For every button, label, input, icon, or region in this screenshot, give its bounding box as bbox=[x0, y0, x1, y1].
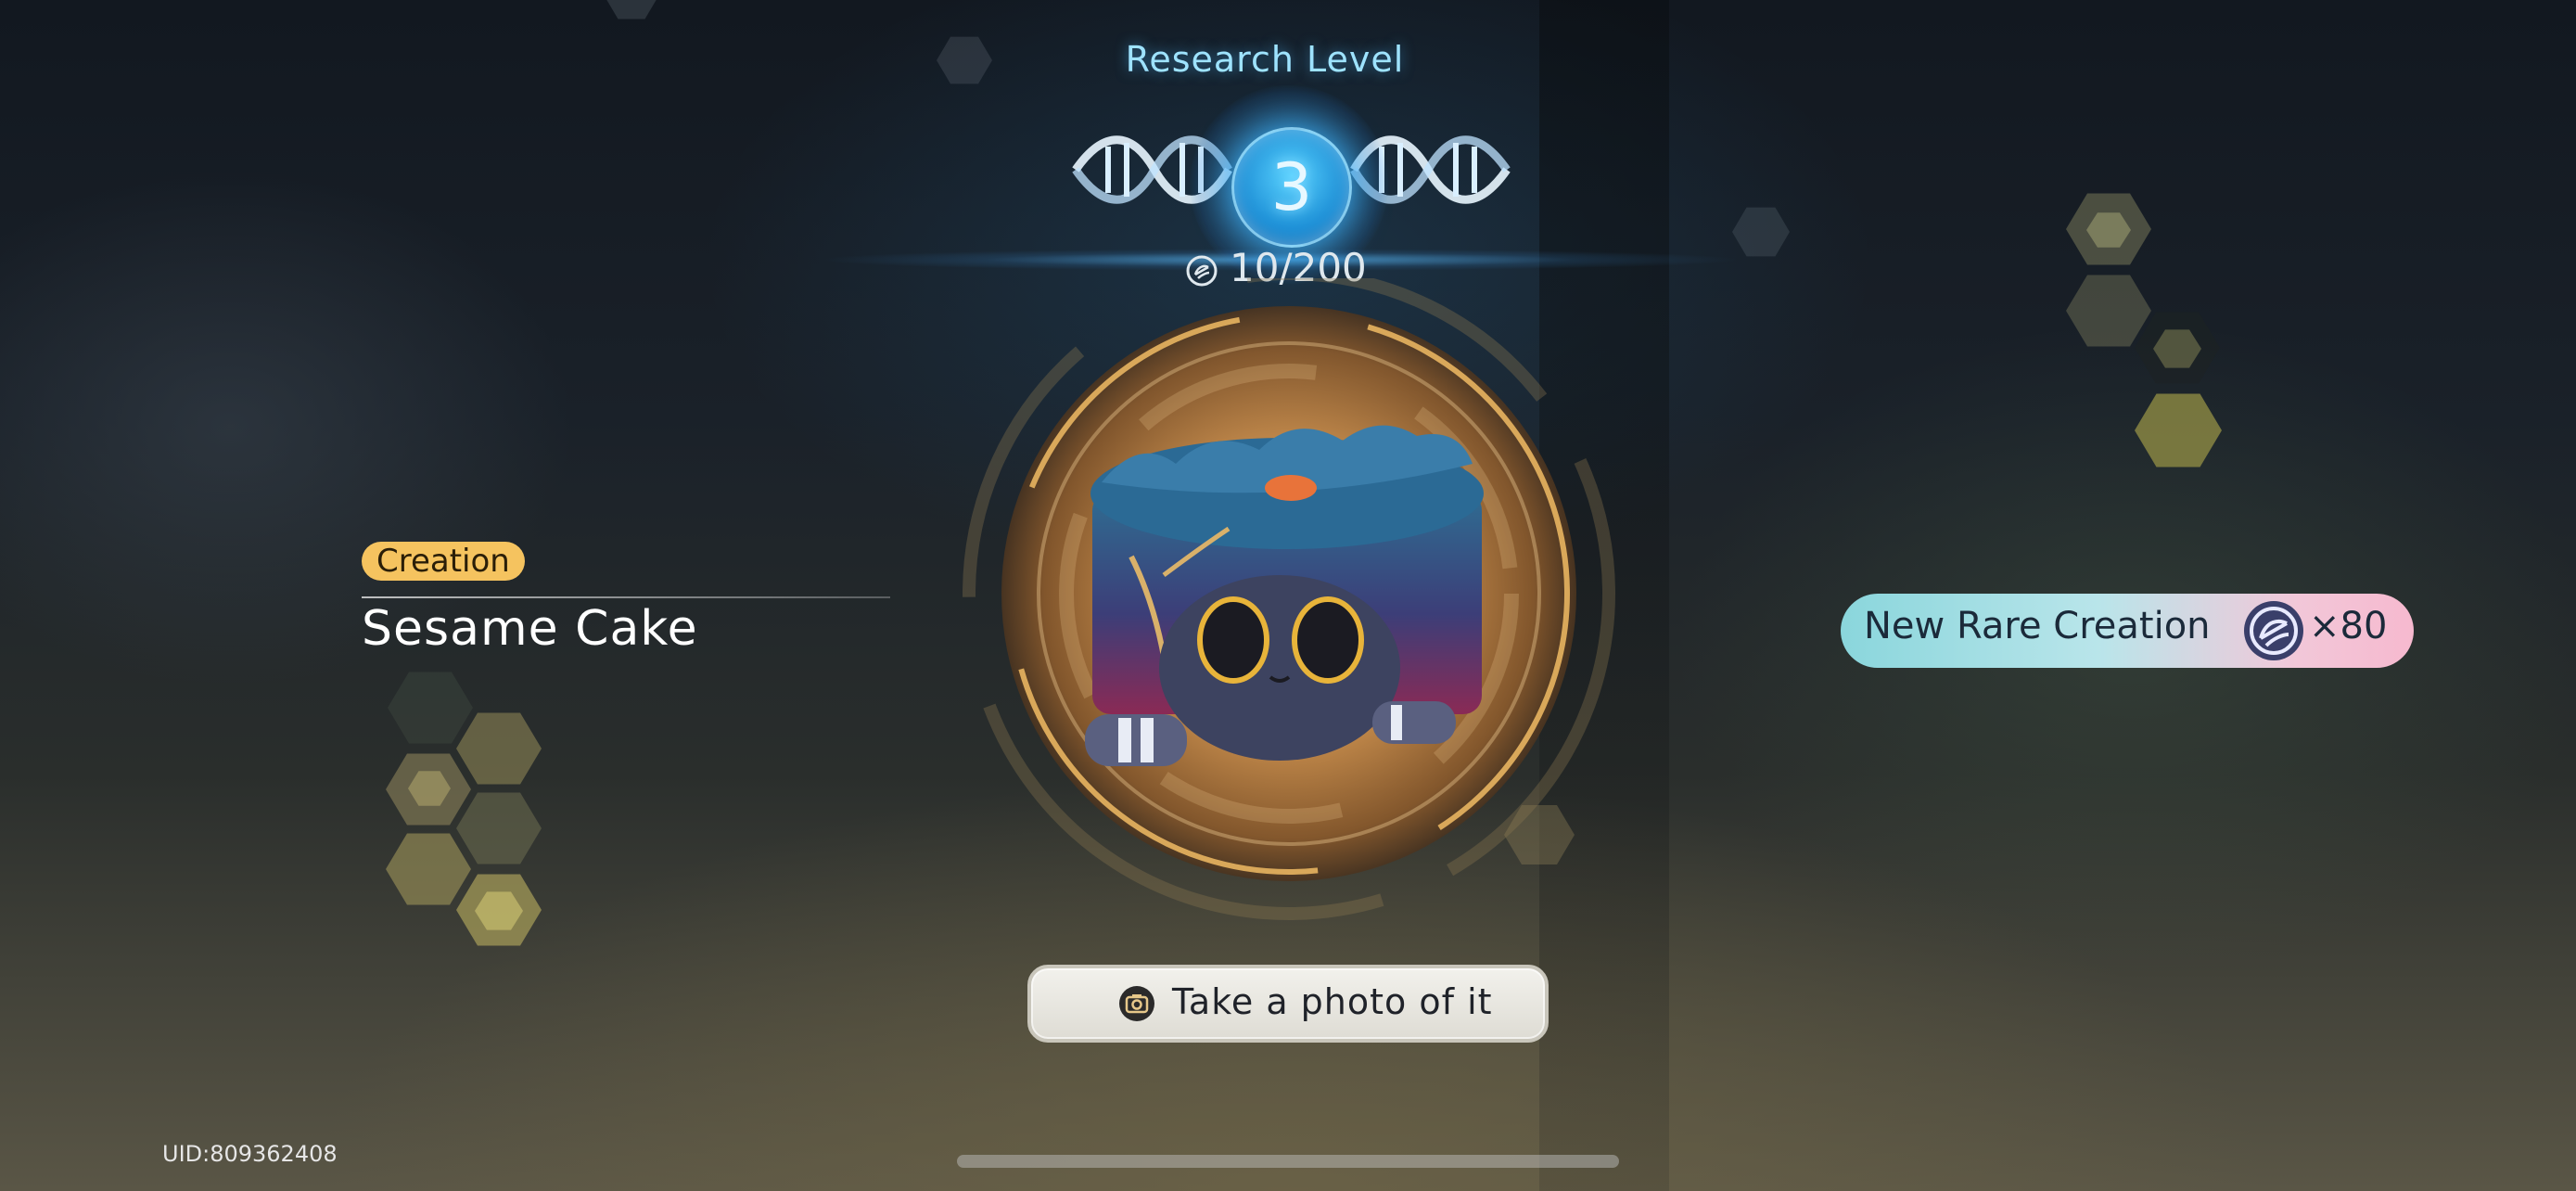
item-name: Sesame Cake bbox=[362, 601, 698, 657]
research-points-icon bbox=[2244, 601, 2303, 660]
title-divider bbox=[362, 596, 890, 598]
camera-icon bbox=[1119, 986, 1154, 1021]
user-id: UID:809362408 bbox=[162, 1141, 338, 1167]
take-photo-label: Take a photo of it bbox=[1172, 981, 1493, 1022]
research-level-number: 3 bbox=[1270, 149, 1313, 225]
creation-display bbox=[963, 278, 1615, 920]
hex-decoration bbox=[388, 672, 473, 744]
hex-decoration bbox=[456, 712, 542, 785]
hex-decoration bbox=[937, 36, 992, 84]
sesame-cake-creature bbox=[1085, 425, 1484, 766]
rare-creation-label: New Rare Creation bbox=[1864, 605, 2211, 647]
research-level-title: Research Level bbox=[1125, 39, 1405, 80]
hex-decoration bbox=[605, 0, 658, 19]
hex-decoration bbox=[386, 833, 471, 905]
hex-decoration bbox=[2135, 393, 2222, 467]
rare-creation-reward-amount: ×80 bbox=[2309, 605, 2388, 647]
hex-decoration bbox=[2066, 275, 2151, 347]
category-badge: Creation bbox=[362, 542, 525, 581]
hex-decoration bbox=[456, 792, 542, 864]
home-indicator[interactable] bbox=[957, 1155, 1619, 1168]
